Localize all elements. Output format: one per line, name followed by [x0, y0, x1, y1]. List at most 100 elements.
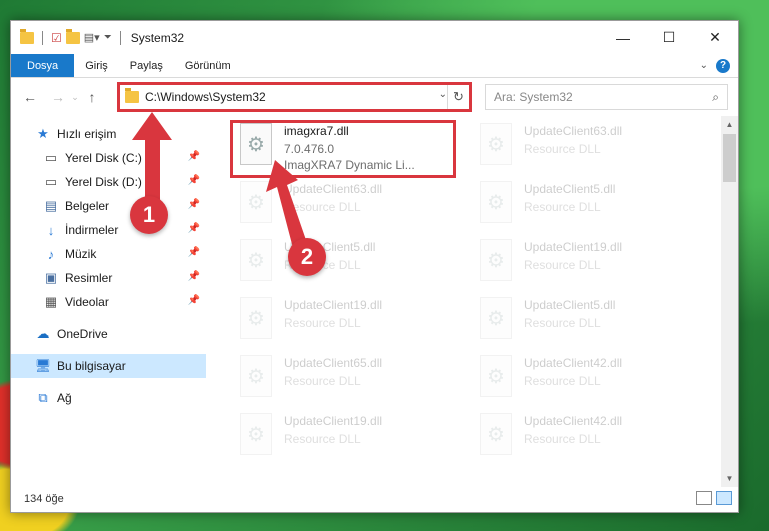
- details-view-icon[interactable]: [696, 491, 712, 505]
- view-options-icon[interactable]: ▤▾: [84, 31, 100, 44]
- scroll-up-icon[interactable]: ▲: [721, 116, 738, 133]
- sidebar-item-this-pc[interactable]: 🖥 Bu bilgisayar: [11, 354, 206, 378]
- dll-file-icon: ⚙: [476, 237, 516, 285]
- scrollbar-thumb[interactable]: [723, 134, 736, 182]
- file-tile[interactable]: ⚙ UpdateClient5.dllResource DLL: [476, 179, 701, 237]
- minimize-button[interactable]: —: [600, 21, 646, 54]
- item-count: 134 öğe: [24, 493, 64, 505]
- sidebar-item-documents[interactable]: ▤ Belgeler 📌: [11, 194, 206, 218]
- search-input[interactable]: Ara: System32 ⌕: [485, 84, 728, 110]
- refresh-icon[interactable]: ↻: [447, 85, 469, 109]
- file-description: Resource DLL: [524, 142, 601, 156]
- close-button[interactable]: ✕: [692, 21, 738, 54]
- sidebar-item-label: İndirmeler: [65, 223, 119, 237]
- star-icon: ★: [37, 126, 49, 141]
- file-tile-imagxra7[interactable]: ⚙ imagxra7.dll 7.0.476.0 ImagXRA7 Dynami…: [236, 121, 461, 179]
- file-tile[interactable]: ⚙ UpdateClient5.dllResource DLL: [476, 295, 701, 353]
- view-toggle: [696, 491, 732, 505]
- chevron-down-icon[interactable]: ⌄: [439, 89, 447, 100]
- dll-file-icon: ⚙: [476, 353, 516, 401]
- sidebar-item-label: Yerel Disk (C:): [65, 151, 142, 165]
- tab-home[interactable]: Giriş: [74, 54, 119, 77]
- file-description: Resource DLL: [284, 316, 361, 330]
- file-description: Resource DLL: [524, 200, 601, 214]
- tab-view[interactable]: Görünüm: [174, 54, 242, 77]
- new-folder-icon[interactable]: [65, 28, 80, 44]
- sidebar-item-videos[interactable]: ▦ Videolar 📌: [11, 290, 206, 314]
- properties-icon[interactable]: ☑: [51, 31, 62, 45]
- pin-icon[interactable]: 📌: [188, 223, 200, 234]
- search-icon[interactable]: ⌕: [712, 90, 719, 105]
- file-name: UpdateClient42.dll: [524, 414, 623, 428]
- file-tile[interactable]: ⚙ UpdateClient5.dllResource DLL: [236, 237, 461, 295]
- navigation-bar: ← → ⌄ ↑ C:\Windows\System32 ⌄ ↻ Ara: Sys…: [11, 78, 738, 116]
- sidebar-item-label: Müzik: [65, 247, 97, 261]
- sidebar-item-music[interactable]: ♪ Müzik 📌: [11, 242, 206, 266]
- file-name: UpdateClient5.dll: [524, 182, 616, 196]
- folder-icon: [125, 88, 139, 103]
- dll-file-icon: ⚙: [236, 121, 276, 169]
- file-tile[interactable]: ⚙ UpdateClient63.dll Resource DLL: [476, 121, 701, 179]
- file-name: UpdateClient19.dll: [284, 298, 383, 312]
- maximize-button[interactable]: ☐: [646, 21, 692, 54]
- tab-share[interactable]: Paylaş: [119, 54, 174, 77]
- file-description: Resource DLL: [524, 432, 601, 446]
- step-1-badge: 1: [130, 196, 168, 234]
- window-controls: — ☐ ✕: [600, 21, 738, 54]
- quick-access-toolbar: ☑ ▤▾ ⏷: [11, 28, 125, 45]
- file-tile[interactable]: ⚙ UpdateClient65.dll Resource DLL: [236, 353, 461, 411]
- vertical-scrollbar[interactable]: ▲ ▼: [721, 116, 738, 487]
- document-icon: ▤: [44, 198, 58, 213]
- sidebar-item-local-disk-d[interactable]: ▭ Yerel Disk (D:) 📌: [11, 170, 206, 194]
- step-2-badge: 2: [288, 238, 326, 276]
- title-bar: ☑ ▤▾ ⏷ System32 — ☐ ✕: [11, 21, 738, 54]
- drive-icon: ▭: [44, 150, 58, 165]
- customize-toolbar-icon[interactable]: ⏷: [104, 32, 112, 43]
- pin-icon[interactable]: 📌: [188, 199, 200, 210]
- expand-ribbon-icon[interactable]: ⌄: [700, 60, 708, 71]
- separator: [42, 30, 43, 45]
- scroll-down-icon[interactable]: ▼: [721, 470, 738, 487]
- dll-file-icon: ⚙: [236, 411, 276, 459]
- sidebar-item-onedrive[interactable]: ☁ OneDrive: [11, 322, 206, 346]
- pin-icon[interactable]: 📌: [188, 247, 200, 258]
- status-bar: 134 öğe: [11, 486, 738, 512]
- drive-icon: ▭: [44, 174, 58, 189]
- video-icon: ▦: [44, 294, 58, 309]
- file-tile[interactable]: ⚙ UpdateClient19.dll Resource DLL: [476, 237, 701, 295]
- up-arrow-icon[interactable]: ↑: [81, 86, 103, 108]
- pin-icon[interactable]: 📌: [188, 151, 200, 162]
- ribbon-right: ⌄ ?: [700, 54, 738, 77]
- address-bar[interactable]: C:\Windows\System32 ⌄ ↻: [118, 84, 470, 110]
- tiles-view-icon[interactable]: [716, 491, 732, 505]
- dll-file-icon: ⚙: [476, 121, 516, 169]
- tab-file[interactable]: Dosya: [11, 54, 75, 77]
- file-description: Resource DLL: [524, 374, 601, 388]
- ribbon-tabs: Dosya Giriş Paylaş Görünüm ⌄ ?: [11, 54, 738, 78]
- download-icon: ↓: [47, 222, 55, 238]
- file-description: Resource DLL: [524, 316, 601, 330]
- file-tile[interactable]: ⚙ UpdateClient42.dll Resource DLL: [476, 411, 701, 469]
- sidebar-item-pictures[interactable]: ▣ Resimler 📌: [11, 266, 206, 290]
- sidebar-item-label: Videolar: [65, 295, 109, 309]
- recent-locations-icon[interactable]: ⌄: [69, 86, 81, 108]
- navigation-pane: ★ Hızlı erişim ▭ Yerel Disk (C:) 📌 ▭ Yer…: [11, 116, 206, 476]
- file-version: 7.0.476.0: [284, 142, 335, 156]
- sidebar-item-quick-access[interactable]: ★ Hızlı erişim: [11, 122, 206, 146]
- sidebar-item-network[interactable]: ⧉ Ağ: [11, 386, 206, 410]
- sidebar-item-downloads[interactable]: ↓ İndirmeler 📌: [11, 218, 206, 242]
- file-tile[interactable]: ⚙ UpdateClient19.dll Resource DLL: [236, 411, 461, 469]
- pin-icon[interactable]: 📌: [188, 295, 200, 306]
- music-icon: ♪: [47, 246, 55, 262]
- pin-icon[interactable]: 📌: [188, 175, 200, 186]
- forward-arrow-icon[interactable]: →: [47, 86, 69, 108]
- file-tile[interactable]: ⚙ UpdateClient19.dll Resource DLL: [236, 295, 461, 353]
- file-tile[interactable]: ⚙ UpdateClient63.dll Resource DLL: [236, 179, 461, 237]
- pin-icon[interactable]: 📌: [188, 271, 200, 282]
- sidebar-item-label: Yerel Disk (D:): [65, 175, 142, 189]
- file-description: ImagXRA7 Dynamic Li...: [284, 158, 415, 172]
- file-tile[interactable]: ⚙ UpdateClient42.dll Resource DLL: [476, 353, 701, 411]
- help-icon[interactable]: ?: [716, 58, 730, 73]
- back-arrow-icon[interactable]: ←: [19, 86, 41, 108]
- sidebar-item-local-disk-c[interactable]: ▭ Yerel Disk (C:) 📌: [11, 146, 206, 170]
